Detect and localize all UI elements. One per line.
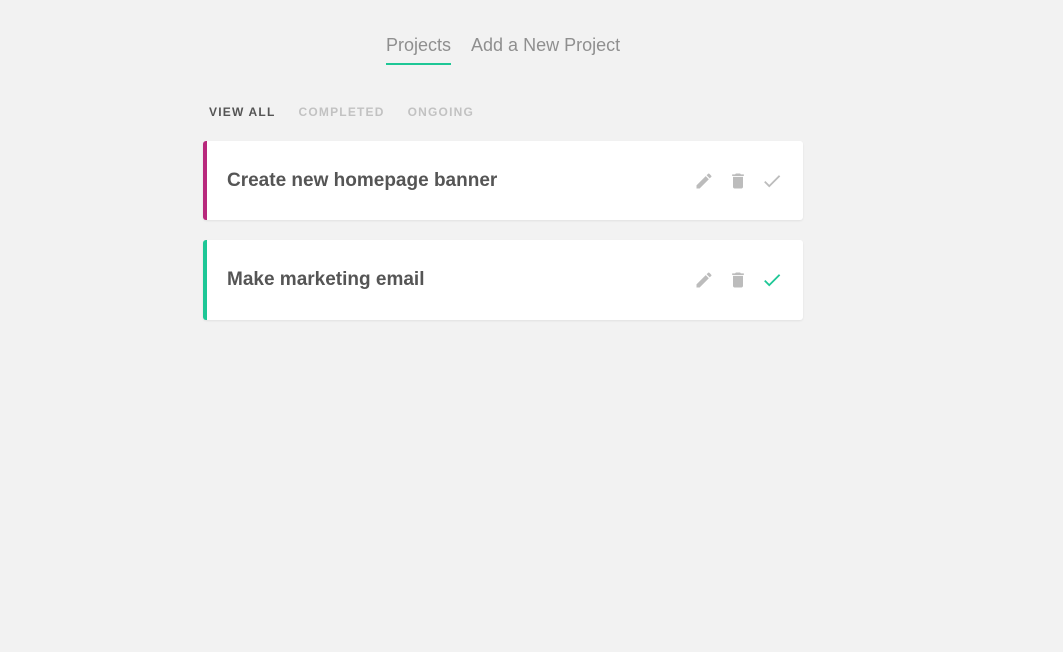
trash-icon[interactable] (727, 269, 749, 291)
project-card: Create new homepage banner (203, 141, 803, 220)
pencil-icon[interactable] (693, 269, 715, 291)
project-title: Create new homepage banner (227, 169, 498, 191)
pencil-icon[interactable] (693, 170, 715, 192)
nav-link-projects[interactable]: Projects (386, 33, 452, 65)
filter-bar: VIEW ALL COMPLETED ONGOING (209, 104, 474, 120)
filter-ongoing[interactable]: ONGOING (408, 104, 474, 120)
project-card: Make marketing email (203, 240, 803, 320)
filter-completed[interactable]: COMPLETED (298, 104, 384, 120)
filter-view-all[interactable]: VIEW ALL (209, 104, 275, 120)
trash-icon[interactable] (727, 170, 749, 192)
page: Projects Add a New Project VIEW ALL COMP… (0, 0, 1063, 652)
top-nav: Projects Add a New Project (386, 33, 620, 65)
nav-link-add-project[interactable]: Add a New Project (471, 33, 620, 63)
project-title: Make marketing email (227, 269, 425, 290)
project-actions (693, 141, 783, 220)
project-actions (693, 240, 783, 320)
project-list: Create new homepage banner Make marketin… (203, 141, 803, 340)
checkmark-icon[interactable] (761, 170, 783, 192)
checkmark-icon[interactable] (761, 269, 783, 291)
